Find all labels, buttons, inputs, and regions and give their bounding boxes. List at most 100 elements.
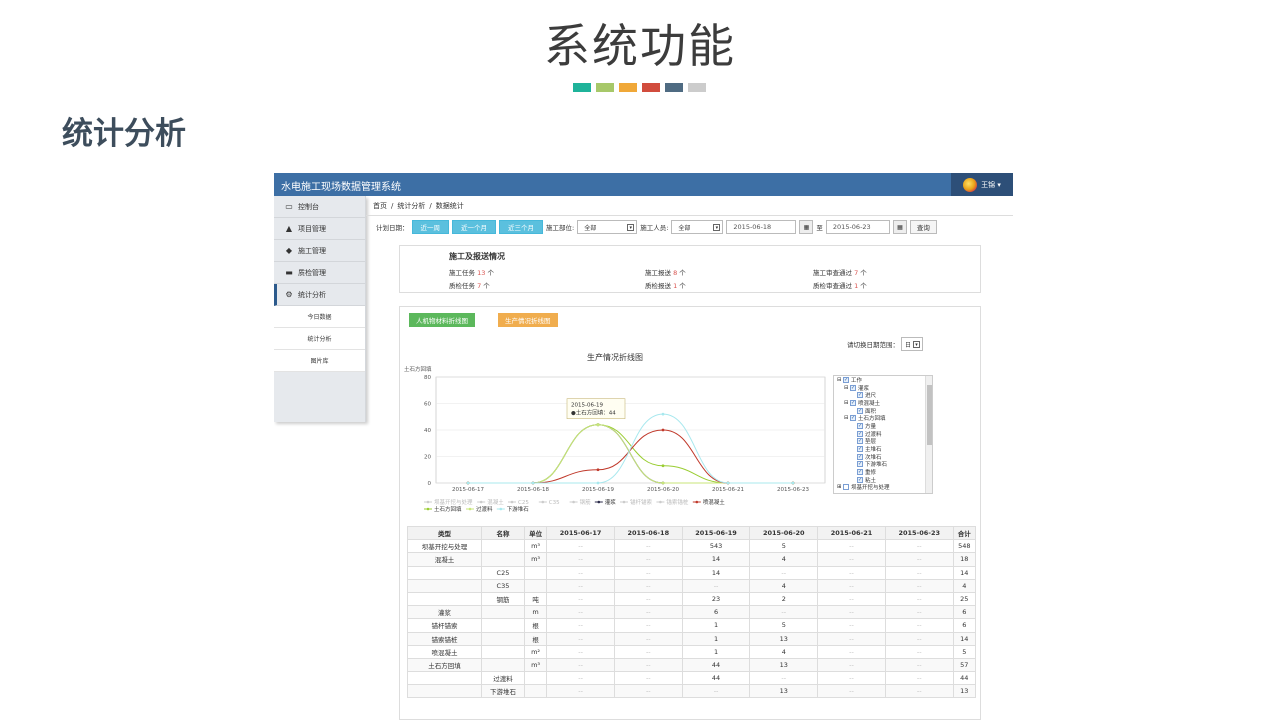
legend-item[interactable]: 喷混凝土 [692,498,726,506]
tree-node[interactable]: ✓ 重修 [834,468,932,476]
summary-title: 施工及报送情况 [449,252,505,261]
y-tick-label: 0 [428,481,432,487]
summary-stat-value: 7 [477,282,482,290]
legend-item[interactable]: 锚杆锚索 [620,498,653,506]
table-cell: -- [884,578,954,593]
table-cell: -- [613,578,683,593]
table-cell: -- [546,605,615,620]
tree-node[interactable]: ⊟ ✓ 工作 [834,376,932,384]
checkbox[interactable]: ✓ [843,376,849,383]
series-point [661,412,665,416]
tree-node[interactable]: ✓ 面积 [834,407,932,415]
checkbox[interactable]: ✓ [857,476,863,483]
sidebar-subitem[interactable]: 图片库 [274,350,365,372]
legend-item[interactable]: 灌浆 [594,498,617,506]
date-range-select[interactable]: 日 ▾ [901,337,923,351]
sidebar-subitem[interactable]: 统计分析 [274,328,365,350]
breadcrumb-item[interactable]: 统计分析 [397,201,425,211]
tree-node[interactable]: ✓ 下游堆石 [834,461,932,468]
table-cell: 13 [749,684,819,699]
tree-node[interactable]: ✓ 过渡料 [834,430,932,438]
machine-chart-button[interactable]: 人机物材料折线图 [409,313,475,327]
tree-node[interactable]: ⊟ ✓ 土石方回填 [834,414,932,422]
checkbox[interactable]: ✓ [857,453,863,460]
checkbox[interactable]: ✓ [857,422,863,429]
summary-stat-label: 质检报送 [645,282,671,290]
table-cell: -- [546,591,615,607]
checkbox[interactable]: ✓ [850,415,856,422]
legend-item[interactable]: 锚索锚桩 [656,498,689,506]
checkbox[interactable]: ✓ [857,438,863,445]
tree-node[interactable]: ✓ 主堆石 [834,445,932,453]
table-cell [407,671,482,686]
breadcrumb-item[interactable]: 数据统计 [436,201,464,211]
date-to-input[interactable]: 2015-06-23 [825,220,890,234]
checkbox[interactable]: ✓ [857,407,863,414]
filter-row: 计划日期： 近一周 近一个月 近三个月 施工部位: 全部 ▾ 施工人员: 全部 ▾ 20… [376,220,937,234]
person-select[interactable]: 全部 ▾ [671,220,724,234]
date-from-input[interactable]: 2015-06-18 [726,220,797,234]
legend-item[interactable]: 土石方回填 [424,505,462,513]
series-point [661,464,665,468]
table-cell: -- [613,644,683,659]
checkbox[interactable]: ✓ [857,430,863,437]
tree-node[interactable]: ✓ 垫层 [834,438,932,445]
legend-item[interactable]: 过渡料 [466,505,493,513]
tree-node[interactable]: ✓ 次堆石 [834,453,932,461]
tree-node[interactable]: ✓ 粘土 [834,476,932,484]
x-tick-label: 2015-06-17 [452,487,484,493]
table-row: 锚索锚桩根 -- -- 1 13 -- -- 14 [407,631,977,646]
table-cell: 6 [952,618,977,633]
legend-item[interactable]: C25 [508,500,529,506]
checkbox[interactable]: ✓ [850,384,856,391]
query-button[interactable]: 查询 [909,220,937,234]
calendar-icon[interactable]: ▦ [799,220,814,234]
table-cell: -- [681,684,751,699]
legend-item[interactable]: 下游堆石 [496,505,530,513]
part-select[interactable]: 全部 ▾ [577,220,638,234]
checkbox[interactable]: ✓ [857,392,863,399]
checkbox[interactable]: ✓ [857,461,863,468]
user-name: 王锦 ▾ [981,180,1001,189]
legend-item[interactable]: 混凝土 [477,498,504,506]
sidebar-item-construction[interactable]: ◆ 施工管理 [274,240,365,262]
sidebar-item-projects[interactable]: ▲ 项目管理 [274,218,365,240]
series-line [468,424,793,484]
breadcrumb-item[interactable]: 首页 [373,201,387,211]
sidebar-item-label: 项目管理 [298,224,326,233]
table-cell: 25 [952,591,977,607]
x-tick-label: 2015-06-18 [517,487,549,493]
production-chart-button[interactable]: 生产情况折线图 [498,313,558,327]
calendar-icon[interactable]: ▦ [892,220,907,234]
checkbox[interactable]: ✓ [857,446,863,453]
summary-stat: 施工任务 13 个 [449,267,494,277]
tree-node[interactable]: ✓ 方量 [834,422,932,430]
sidebar-item-dashboard[interactable]: ▭ 控制台 [274,196,365,218]
date-range-switch: 请切换日期范围： 日 ▾ [847,337,923,351]
sidebar-item-statistics[interactable]: ⚙ 统计分析 [274,284,365,306]
table-cell: 5 [749,618,819,633]
tree-node[interactable]: ⊟ ✓ 喷混凝土 [834,399,932,407]
checkbox[interactable]: ✓ [850,399,856,406]
legend-item[interactable]: 坝基开挖与处理 [424,498,473,506]
legend-item[interactable]: 钢筋 [569,498,592,506]
legend-label: 过渡料 [476,505,493,513]
table-row: 土石方回填 m³ -- -- 44 13 -- -- 57 [407,657,977,673]
breadcrumb-separator: / [429,201,432,210]
tree-node[interactable]: ⊞ 坝基开挖与处理 [834,484,932,491]
table-header: 2015-06-19 [681,525,751,541]
tree-node[interactable]: ✓ 进尺 [834,391,932,399]
table-cell: 44 [681,671,751,686]
tree-node[interactable]: ⊟ ✓ 灌浆 [834,384,932,392]
user-menu[interactable]: 王锦 ▾ [951,173,1013,196]
range-button[interactable]: 近一个月 [452,220,496,234]
sidebar-item-inspection[interactable]: ▬ 质检管理 [274,262,365,284]
legend-label: 坝基开挖与处理 [434,498,473,506]
checkbox[interactable]: ✓ [857,469,863,476]
sidebar-subitem[interactable]: 今日数据 [274,306,365,328]
legend-item[interactable]: C35 [538,500,560,506]
range-button[interactable]: 近一周 [411,220,449,234]
range-button[interactable]: 近三个月 [499,220,543,234]
checkbox[interactable] [843,484,849,491]
tree-scrollbar[interactable] [925,376,932,493]
